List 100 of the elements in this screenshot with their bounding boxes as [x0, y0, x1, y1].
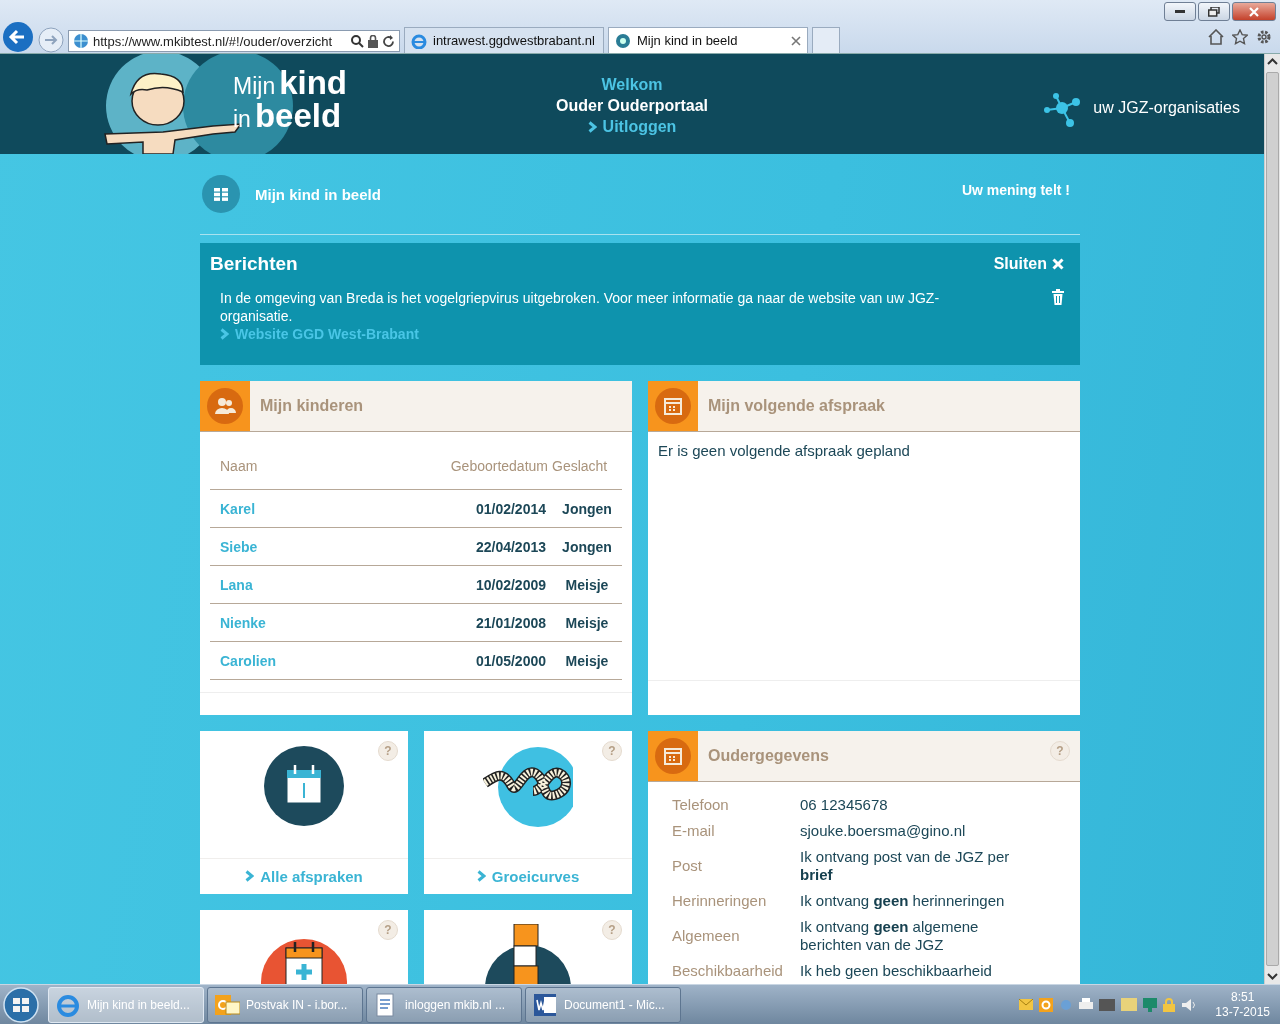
chevron-icon [476, 870, 486, 882]
search-icon [350, 34, 364, 48]
taskbar-item[interactable]: inloggen mkib.nl ... [366, 986, 522, 1023]
table-cell-text: 21/01/2008 [474, 614, 547, 631]
address-field[interactable]: https://www.mkibtest.nl/#!/ouder/overzicht [68, 30, 400, 52]
field-value: Ik ontvang post van de JGZ per brief [800, 848, 1011, 884]
field-label: E-mail [672, 822, 716, 840]
field-value: Ik heb geen beschikbaarheid [800, 962, 993, 980]
speaker-icon [1181, 997, 1198, 1012]
welcome-text: Welkom [601, 75, 663, 95]
envelope-icon [1019, 999, 1034, 1010]
breadcrumb-text: Mijn kind in beeld [255, 185, 382, 203]
calendar-icon [655, 738, 691, 774]
tile-link[interactable]: Alle afspraken [200, 859, 408, 893]
taskbar-item[interactable]: Mijn kind in beeld... [48, 986, 204, 1023]
back-button[interactable] [2, 21, 34, 53]
table-cell-text: 01/02/2014 [474, 500, 547, 517]
printer-icon [1079, 997, 1094, 1012]
chevron-icon [245, 870, 255, 882]
close-messages-button[interactable]: Sluiten [993, 255, 1064, 273]
help-button[interactable]: ? [602, 920, 622, 940]
field-label: Telefoon [672, 796, 730, 814]
help-button[interactable]: ? [602, 741, 622, 761]
settings-icon[interactable] [1256, 29, 1272, 45]
panel-title: Mijn volgende afspraak [708, 397, 886, 415]
browser-tab[interactable]: intrawest.ggdwestbrabant.nl [404, 27, 604, 53]
clock-time: 8:51 [1230, 989, 1255, 1005]
empty-message: Er is geen volgende afspraak gepland [657, 441, 911, 461]
child-name-link[interactable]: Siebe [210, 538, 442, 555]
lock-icon [368, 34, 378, 48]
logo-text: kind [279, 66, 347, 99]
ie-icon [411, 32, 427, 49]
lock-icon [1163, 997, 1176, 1012]
message-title: Berichten [210, 253, 298, 275]
browser-tab[interactable]: Mijn kind in beeld [608, 27, 808, 53]
table-cell-text: Jongen [561, 500, 613, 517]
table-cell-text: Meisje [564, 576, 610, 593]
website-link[interactable]: Website GGD West-Brabant [220, 325, 1032, 343]
page-icon [615, 32, 631, 49]
calendar-icon [655, 388, 691, 424]
taskbar-item[interactable]: Postvak IN - i.bor... [207, 986, 363, 1023]
taskbar-item[interactable]: Document1 - Mic... [525, 986, 681, 1023]
feedback-link[interactable]: Uw mening telt ! [961, 182, 1070, 198]
help-button[interactable]: ? [378, 920, 398, 940]
logo-text: beeld [254, 99, 342, 132]
app-icon [1099, 998, 1116, 1011]
home-icon[interactable] [1208, 29, 1224, 45]
logo-text: in [233, 108, 251, 131]
field-value: 06 12345678 [800, 796, 889, 814]
table-cell-text: 22/04/2013 [474, 538, 547, 555]
field-value: Ik ontvang geen algemene berichten van de JGZ [800, 918, 980, 954]
start-button[interactable] [0, 985, 42, 1024]
field-label: Algemeen [672, 927, 741, 945]
close-window-button[interactable] [1232, 2, 1276, 21]
app-icon [1039, 997, 1054, 1012]
trash-icon[interactable] [1052, 289, 1064, 305]
star-icon[interactable] [1232, 29, 1248, 45]
user-name: Ouder Ouderportaal [556, 96, 708, 116]
child-name-link[interactable]: Karel [210, 500, 442, 517]
table-cell-text: Meisje [564, 614, 610, 631]
table-cell-text: 01/05/2000 [474, 652, 547, 669]
logout-link[interactable]: Uitloggen [587, 116, 677, 137]
table-cell-text: 10/02/2009 [474, 576, 547, 593]
page-icon [73, 33, 89, 49]
tile-link[interactable]: Groeicurves [424, 859, 632, 893]
refresh-icon [382, 34, 395, 48]
field-value: Ik ontvang geen herinneringen [800, 892, 1006, 910]
organisations-link[interactable]: uw JGZ-organisaties [1042, 88, 1240, 128]
table-cell-text: Jongen [561, 538, 613, 555]
chevron-icon [587, 120, 597, 133]
table-cell-text: Meisje [564, 652, 610, 669]
grid-button[interactable] [202, 175, 240, 213]
message-text: In de omgeving van Breda is het vogelgriepvirus uitgebroken. Voor meer informatie ga naar de website van uw JGZ-organisatie. [220, 289, 941, 325]
help-button[interactable]: ? [378, 741, 398, 761]
close-icon[interactable] [791, 35, 801, 46]
panel-title: Oudergegevens [708, 747, 830, 765]
grid-icon [214, 187, 228, 201]
chevron-icon [220, 328, 229, 340]
field-value: sjouke.boersma@gino.nl [800, 822, 967, 840]
close-icon [1249, 6, 1259, 17]
restore-icon [1208, 6, 1220, 17]
monitor-icon [1143, 997, 1158, 1012]
scrollbar-thumb[interactable] [1266, 72, 1279, 966]
column-header: Naam [219, 457, 259, 474]
restore-button[interactable] [1198, 2, 1230, 21]
people-icon [207, 388, 243, 424]
child-name-link[interactable]: Lana [210, 576, 442, 593]
close-icon [1052, 258, 1064, 270]
panel-title: Mijn kinderen [260, 397, 365, 415]
folder-icon [1121, 998, 1138, 1011]
word-icon [532, 991, 558, 1018]
field-label: Beschikbaarheid [672, 962, 784, 980]
column-header: Geslacht [552, 457, 609, 474]
minimize-icon [1175, 9, 1185, 14]
child-name-link[interactable]: Carolien [210, 652, 442, 669]
child-name-link[interactable]: Nienke [210, 614, 442, 631]
minimize-button[interactable] [1164, 2, 1196, 21]
clock-date: 13-7-2015 [1215, 1004, 1270, 1020]
field-label: Herinneringen [672, 892, 768, 910]
help-button[interactable]: ? [1050, 741, 1070, 761]
